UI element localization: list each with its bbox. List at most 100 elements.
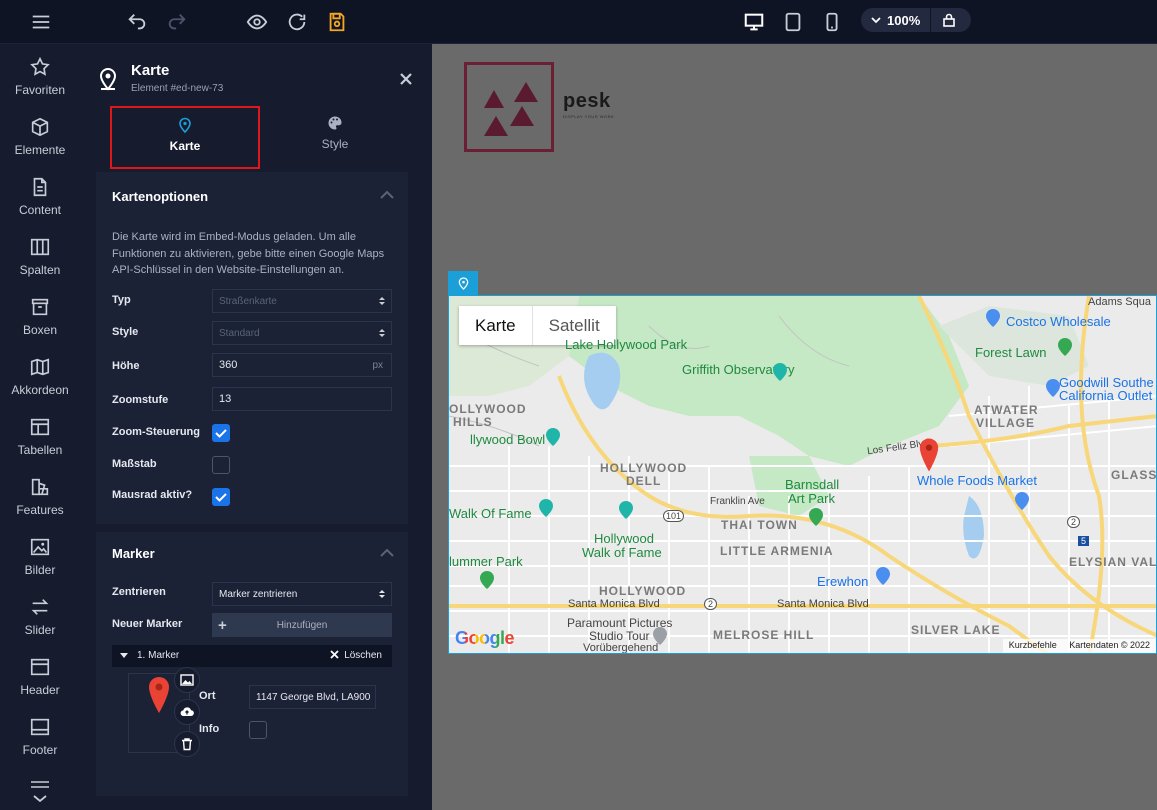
delete-marker-button[interactable]: Löschen (330, 650, 382, 661)
sidebar-item-label: Bilder (24, 563, 56, 577)
sidebar-scroll-down[interactable] (29, 776, 51, 806)
map-description: Die Karte wird im Embed-Modus geladen. U… (112, 231, 385, 276)
hamburger-menu-icon[interactable] (27, 8, 55, 36)
map-label: llywood Bowl (470, 432, 546, 447)
zentrieren-select[interactable]: Marker zentrieren (212, 582, 392, 606)
map-label: SILVER LAKE (911, 623, 1001, 637)
map-marker-icon (149, 677, 169, 713)
marker-item-row[interactable]: 1. Marker Löschen (112, 645, 392, 667)
sidebar-item-tabellen[interactable]: Tabellen (0, 404, 80, 464)
tablet-view-icon[interactable] (779, 8, 807, 36)
map-label: Walk Of Fame (449, 506, 532, 521)
marker-item-label: 1. Marker (137, 650, 180, 661)
sidebar-item-spalten[interactable]: Spalten (0, 224, 80, 284)
sidebar-item-akkordeon[interactable]: Akkordeon (0, 344, 80, 404)
map-pin-icon (458, 276, 468, 290)
sidebar-item-label: Header (20, 683, 60, 697)
redo-icon[interactable] (163, 8, 191, 36)
sidebar-item-header[interactable]: Header (0, 644, 80, 704)
marker-delete-button[interactable] (174, 731, 200, 757)
zoom-steuerung-checkbox[interactable] (212, 424, 230, 442)
sidebar-item-bilder[interactable]: Bilder (0, 524, 80, 584)
info-checkbox[interactable] (249, 721, 267, 739)
zoom-control[interactable]: 100% (861, 8, 971, 32)
map-marker-icon[interactable] (918, 436, 940, 474)
settings-panel: Karte Element #ed-new-73 Karte Style Kar… (80, 44, 432, 810)
mobile-view-icon[interactable] (818, 8, 846, 36)
ort-input[interactable]: 1147 George Blvd, LA900 (249, 685, 376, 709)
typ-select[interactable]: Straßenkarte (212, 289, 392, 313)
sidebar-item-favoriten[interactable]: Favoriten (0, 44, 80, 104)
sidebar-item-label: Features (16, 503, 64, 517)
attraction-poi-icon (619, 501, 633, 519)
highway-shield: 2 (1067, 516, 1081, 528)
sidebar-item-label: Slider (24, 623, 56, 637)
panel-title: Karte (131, 62, 170, 79)
sidebar-item-slider[interactable]: Slider (0, 584, 80, 644)
map-label: Costco Wholesale (1006, 314, 1111, 329)
park-poi-icon (1058, 338, 1072, 356)
map-label: Walk of Fame (582, 545, 662, 560)
image-icon (180, 674, 194, 686)
plus-icon: + (218, 617, 227, 634)
select-arrows-icon (379, 297, 385, 305)
google-logo: Google (455, 628, 515, 648)
map-label: ATWATER (974, 403, 1039, 417)
highway-shield: 2 (704, 598, 718, 610)
shopping-poi-icon (1046, 379, 1060, 397)
map-label: Whole Foods Market (917, 473, 1037, 488)
sidebar-item-content[interactable]: Content (0, 164, 80, 224)
table-icon (30, 418, 50, 436)
map-label: THAI TOWN (721, 518, 798, 532)
attraction-poi-icon (653, 627, 667, 645)
preview-eye-icon[interactable] (243, 8, 271, 36)
site-logo[interactable] (464, 62, 554, 152)
document-icon (33, 177, 47, 197)
chevron-up-icon[interactable] (380, 190, 394, 200)
attraction-poi-icon (539, 499, 553, 517)
close-icon[interactable] (399, 72, 413, 86)
tab-style[interactable]: Style (260, 106, 410, 169)
marker-upload-button[interactable] (174, 699, 200, 725)
marker-image-button[interactable] (174, 667, 200, 693)
map-label: GLASS (1111, 468, 1157, 482)
map-label: California Outlet (1059, 388, 1153, 403)
add-marker-button[interactable]: + Hinzufügen (212, 613, 392, 637)
info-label: Info (199, 723, 220, 735)
map-element-tag[interactable] (448, 271, 478, 295)
map-embed[interactable]: Karte Satellit Adams Squa Costco Wholesa… (448, 295, 1157, 654)
massstab-checkbox[interactable] (212, 456, 230, 474)
mausrad-checkbox[interactable] (212, 488, 230, 506)
desktop-view-icon[interactable] (740, 8, 768, 36)
shortcuts-link[interactable]: Kurzbefehle (1009, 640, 1057, 650)
refresh-icon[interactable] (283, 8, 311, 36)
sidebar-item-label: Boxen (22, 323, 58, 337)
map-label: OLLYWOOD (449, 402, 527, 416)
map-label: LITTLE ARMENIA (720, 544, 834, 558)
typ-label: Typ (112, 294, 131, 306)
tab-karte[interactable]: Karte (110, 106, 260, 169)
map-label: Santa Monica Blvd (777, 598, 869, 610)
hoehe-input[interactable]: 360 px (212, 353, 392, 377)
lock-icon[interactable] (942, 13, 956, 27)
map-attribution: Kurzbefehle Kartendaten © 2022 (1002, 639, 1156, 653)
map-fold-icon (30, 358, 50, 376)
highway-shield: 101 (663, 510, 685, 522)
sidebar-item-features[interactable]: Features (0, 464, 80, 524)
sidebar-item-elemente[interactable]: Elemente (0, 104, 80, 164)
chevron-up-icon[interactable] (380, 548, 394, 558)
save-icon[interactable] (323, 8, 351, 36)
shopping-poi-icon (986, 309, 1000, 327)
style-select[interactable]: Standard (212, 321, 392, 345)
chevron-down-icon[interactable] (871, 15, 881, 25)
sidebar-item-boxen[interactable]: Boxen (0, 284, 80, 344)
park-poi-icon (480, 571, 494, 589)
zoomstufe-input[interactable]: 13 (212, 387, 392, 411)
map-type-karte[interactable]: Karte (459, 306, 533, 345)
map-label: DELL (626, 474, 662, 488)
logo-triangles-icon (484, 82, 538, 136)
sidebar-item-footer[interactable]: Footer (0, 704, 80, 764)
style-label: Style (112, 326, 139, 338)
undo-icon[interactable] (123, 8, 151, 36)
neuer-marker-label: Neuer Marker (112, 618, 183, 630)
